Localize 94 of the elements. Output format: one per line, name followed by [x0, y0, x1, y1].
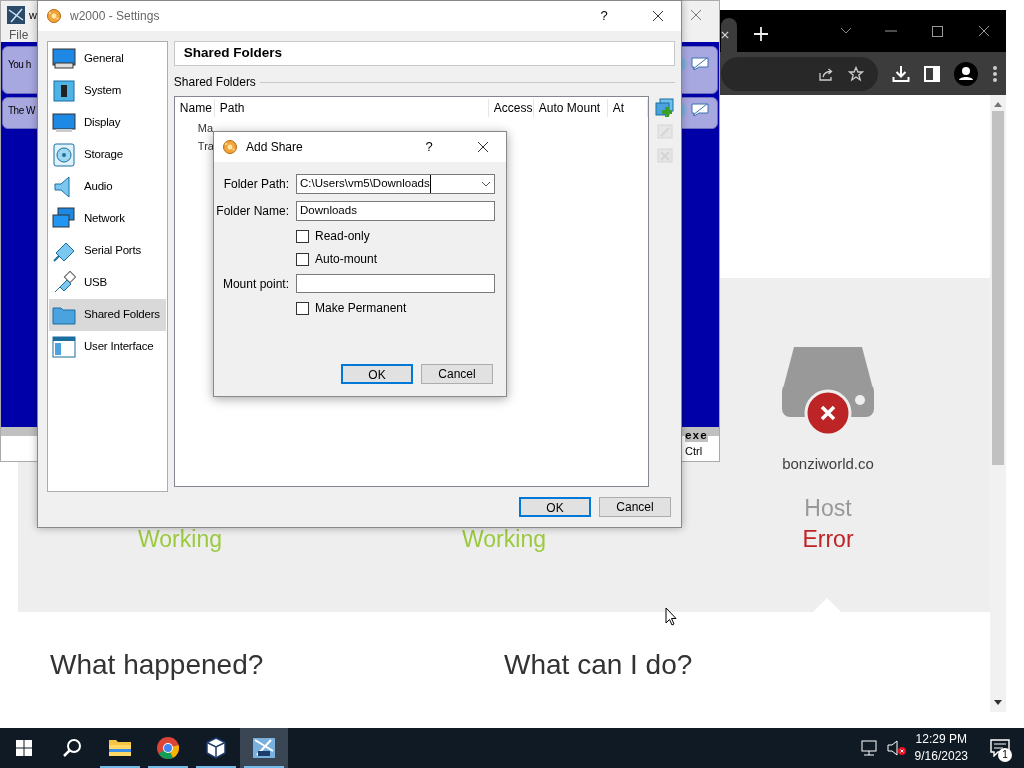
category-icon	[52, 111, 76, 135]
category-item[interactable]: Shared Folders	[49, 299, 166, 331]
windows-icon	[16, 740, 32, 756]
section-heading: What happened?	[50, 648, 265, 682]
search-icon	[62, 738, 82, 758]
gear-icon	[46, 8, 62, 24]
checkbox[interactable]: Read-only	[296, 228, 495, 244]
scroll-down-icon[interactable]	[994, 700, 1002, 706]
checkbox[interactable]: Auto-mount	[296, 251, 495, 267]
status-text: exe	[685, 430, 708, 442]
category-item[interactable]: Display	[49, 107, 166, 139]
status-text: Working	[138, 526, 222, 552]
category-icon	[52, 143, 76, 167]
close-icon[interactable]	[978, 25, 990, 37]
category-item[interactable]: Serial Ports	[49, 235, 166, 267]
clock-time: 12:29 PM	[914, 731, 968, 748]
category-item[interactable]: USB	[49, 267, 166, 299]
group-label: Shared Folders	[173, 74, 256, 91]
browser-icon	[156, 736, 180, 760]
taskbar-app[interactable]	[240, 728, 288, 768]
checkbox[interactable]: Make Permanent	[296, 300, 495, 316]
field-label: Mount point:	[221, 275, 289, 293]
category-item[interactable]: Network	[49, 203, 166, 235]
app-icon	[7, 6, 25, 24]
scrollbar[interactable]	[990, 95, 1006, 712]
category-icon	[52, 79, 76, 103]
category-item[interactable]: User Interface	[49, 331, 166, 363]
status-text: Ctrl	[685, 444, 703, 458]
dialog-button[interactable]: OK	[341, 364, 413, 384]
field-label: Folder Name:	[215, 203, 289, 220]
dialog-button[interactable]: OK	[519, 497, 591, 517]
window-title: w	[29, 7, 37, 23]
maximize-icon[interactable]	[932, 25, 943, 37]
dialog-button[interactable]: Cancel	[599, 497, 671, 517]
tree-item[interactable]: Tra	[197, 138, 214, 156]
category-item[interactable]: General	[49, 43, 166, 75]
status-text: Error	[802, 526, 854, 552]
message-text: The W	[8, 104, 35, 118]
message-text: You h	[8, 58, 31, 72]
category-item[interactable]: System	[49, 75, 166, 107]
drive-error-icon	[780, 344, 876, 435]
column-header[interactable]: Name	[174, 99, 215, 117]
close-icon[interactable]	[689, 8, 703, 22]
chat-icon	[691, 57, 709, 71]
clock-date: 9/16/2023	[914, 748, 968, 765]
browser-tab[interactable]	[721, 18, 737, 52]
status-text: Working	[462, 526, 546, 552]
host-name: bonziworld.co	[782, 453, 874, 474]
gear-icon	[222, 139, 238, 155]
path-combo-box[interactable]: C:\Users\vm5\Downloads	[296, 174, 495, 194]
status-label: Host	[804, 495, 852, 521]
dialog-button[interactable]: Cancel	[421, 364, 493, 384]
category-item[interactable]: Audio	[49, 171, 166, 203]
column-header[interactable]: Access	[488, 99, 534, 117]
section-heading: What can I do?	[504, 648, 694, 682]
window-title: Add Share	[246, 139, 304, 156]
help-button[interactable]: ?	[581, 6, 627, 26]
mouse-cursor-icon	[665, 607, 677, 626]
add-folder-icon[interactable]	[654, 98, 675, 118]
page-title: Shared Folders	[173, 41, 675, 66]
menu-icon[interactable]	[992, 64, 998, 83]
help-button[interactable]: ?	[406, 137, 452, 157]
scroll-up-icon[interactable]	[994, 101, 1002, 107]
menu-item[interactable]: File	[9, 29, 29, 42]
cube-icon	[204, 736, 228, 760]
side-panel-icon[interactable]	[924, 65, 940, 82]
new-tab-icon[interactable]	[753, 26, 769, 42]
chat-icon	[691, 103, 709, 117]
chevron-down-icon[interactable]	[840, 27, 852, 35]
close-icon	[651, 9, 665, 23]
address-bar[interactable]	[721, 56, 878, 91]
tree-item[interactable]: Ma	[197, 120, 214, 138]
star-icon[interactable]	[848, 65, 864, 82]
dropdown-icon	[481, 181, 491, 187]
category-icon	[52, 47, 76, 71]
category-icon	[52, 207, 76, 231]
download-icon[interactable]	[892, 64, 910, 83]
category-item[interactable]: Storage	[49, 139, 166, 171]
category-icon	[52, 271, 76, 295]
vm-app-icon	[252, 736, 276, 760]
profile-icon[interactable]	[954, 61, 978, 86]
text-field[interactable]: Downloads	[296, 201, 495, 221]
notification-count: 1	[998, 748, 1012, 762]
notification-icon[interactable]	[990, 739, 1010, 757]
column-header[interactable]: Path	[214, 99, 489, 117]
window-title: w2000 - Settings	[70, 8, 161, 25]
column-header[interactable]: Auto Mount	[533, 99, 608, 117]
close-icon	[476, 140, 490, 154]
network-icon[interactable]	[860, 740, 879, 756]
volume-muted-icon[interactable]	[886, 740, 907, 756]
category-icon	[52, 335, 76, 359]
text-field[interactable]	[296, 274, 495, 293]
field-label: Folder Path:	[222, 176, 289, 193]
column-header[interactable]: At	[607, 99, 648, 117]
